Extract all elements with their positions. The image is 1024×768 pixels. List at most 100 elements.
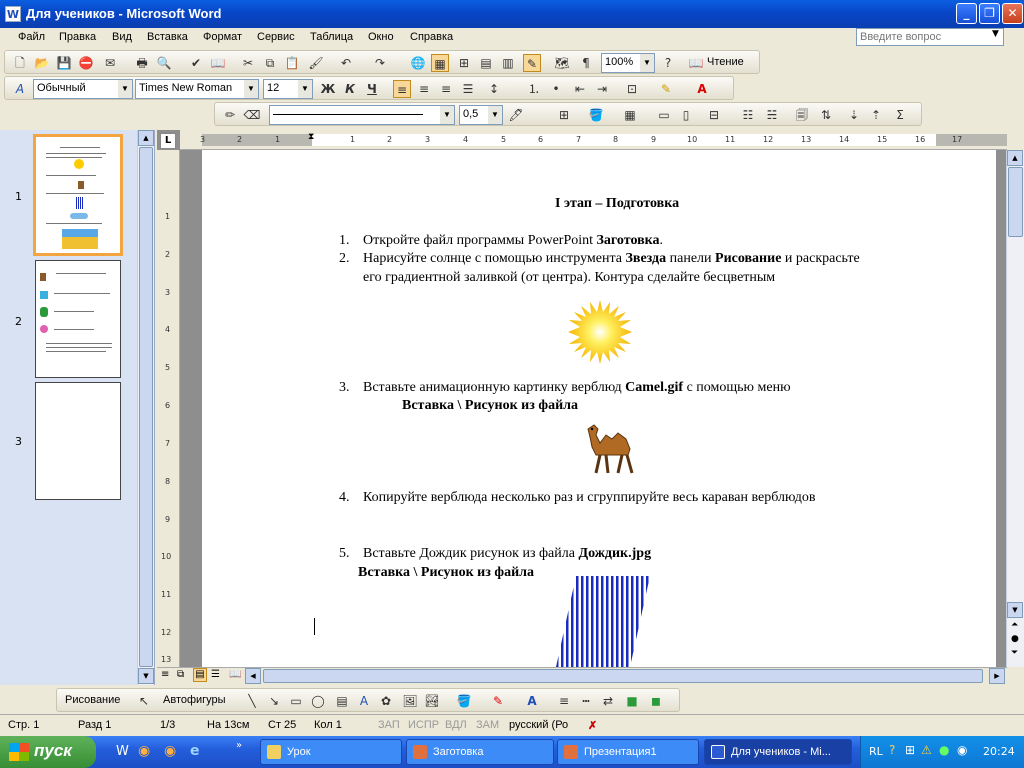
scroll-up-icon[interactable]: ▲ [1007, 150, 1023, 166]
scroll-thumb[interactable] [263, 669, 983, 683]
bullets-icon[interactable]: • [547, 80, 565, 98]
permission-icon[interactable]: ⛔ [77, 54, 95, 72]
help-tray-icon[interactable]: ? [889, 743, 895, 757]
3d-icon[interactable]: ◼ [647, 692, 665, 710]
network-icon[interactable]: ⊞ [905, 743, 915, 757]
word-app-icon[interactable]: W [5, 6, 21, 22]
rectangle-icon[interactable]: ▭ [287, 692, 305, 710]
reading-button[interactable]: Чтение [707, 56, 744, 68]
menu-edit[interactable]: Правка [59, 31, 96, 43]
zoom-select[interactable]: 100% ▼ [601, 53, 655, 73]
status-ext[interactable]: ВДЛ [445, 719, 467, 731]
oval-icon[interactable]: ◯ [309, 692, 327, 710]
insert-table-icon[interactable]: ⊞ [455, 54, 473, 72]
tab-selector[interactable]: L [160, 133, 176, 149]
line-style-icon[interactable]: ≡ [555, 692, 573, 710]
text-box-icon[interactable]: ▤ [333, 692, 351, 710]
print-layout-icon[interactable]: ▤ [193, 668, 207, 682]
scroll-left-icon[interactable]: ◀ [245, 668, 261, 684]
format-painter-icon[interactable]: 🖌 [307, 54, 325, 72]
split-cells-icon[interactable]: ▯ [677, 106, 695, 124]
quicklaunch-more-icon[interactable]: » [236, 740, 242, 751]
sort-icon[interactable]: ⇣ [845, 106, 863, 124]
menu-window[interactable]: Окно [368, 31, 394, 43]
draw-table-icon[interactable]: ✏ [221, 106, 239, 124]
browser-quicklaunch-icon[interactable]: ◉ [138, 743, 150, 759]
scroll-right-icon[interactable]: ▶ [989, 668, 1005, 684]
text-direction-icon[interactable]: ⇅ [817, 106, 835, 124]
menu-file[interactable]: Файл [18, 31, 45, 43]
spelling-status-icon[interactable]: ✗ [588, 719, 597, 732]
cut-icon[interactable]: ✂ [239, 54, 257, 72]
undo-icon[interactable]: ↶ [337, 54, 355, 72]
sun-image[interactable] [568, 300, 632, 364]
browser-quicklaunch-icon[interactable]: ◉ [164, 743, 176, 759]
line-color-icon[interactable]: ✎ [489, 692, 507, 710]
highlight-icon[interactable]: ✎ [657, 80, 675, 98]
spelling-icon[interactable]: ✔ [187, 54, 205, 72]
indent-marker-icon[interactable]: ⧗ [308, 132, 314, 142]
sort-desc-icon[interactable]: ⇡ [867, 106, 885, 124]
select-objects-icon[interactable]: ↖ [135, 692, 153, 710]
close-button[interactable]: ✕ [1002, 3, 1023, 24]
page-thumbnail-3[interactable] [35, 382, 121, 500]
menu-table[interactable]: Таблица [310, 31, 353, 43]
scroll-thumb[interactable] [139, 147, 153, 667]
style-select[interactable]: Обычный ▼ [33, 79, 133, 99]
save-icon[interactable]: 💾 [55, 54, 73, 72]
arrow-icon[interactable]: ↘ [265, 692, 283, 710]
dash-style-icon[interactable]: ┅ [577, 692, 595, 710]
bold-button[interactable]: Ж [319, 80, 337, 98]
font-select[interactable]: Times New Roman ▼ [135, 79, 259, 99]
open-folder-icon[interactable]: 📂 [33, 54, 51, 72]
status-trk[interactable]: ИСПР [408, 719, 439, 731]
outside-border-icon[interactable]: ⊞ [555, 106, 573, 124]
page-thumbnail-2[interactable] [35, 260, 121, 378]
menu-tools[interactable]: Сервис [257, 31, 295, 43]
align-cell-icon[interactable]: ⊟ [705, 106, 723, 124]
taskbar-item-urok[interactable]: Урок [260, 739, 402, 765]
media-icon[interactable]: ◉ [957, 743, 967, 757]
chevron-down-icon[interactable]: ▼ [640, 54, 654, 72]
taskbar-item-word[interactable]: Для учеников - Mi... [704, 739, 852, 765]
numbering-icon[interactable]: ⒈ [525, 80, 543, 98]
ie-quicklaunch-icon[interactable]: e [190, 743, 200, 759]
decrease-indent-icon[interactable]: ⇤ [571, 80, 589, 98]
insert-excel-icon[interactable]: ▤ [477, 54, 495, 72]
status-rec[interactable]: ЗАП [378, 719, 400, 731]
scroll-down-icon[interactable]: ▼ [138, 668, 154, 684]
chevron-down-icon[interactable]: ▼ [440, 106, 454, 124]
drawing-icon[interactable]: ✎ [523, 54, 541, 72]
border-icon[interactable]: ⊡ [623, 80, 641, 98]
columns-icon[interactable]: ▥ [499, 54, 517, 72]
fill-color-icon[interactable]: 🪣 [455, 692, 473, 710]
eraser-icon[interactable]: ⌫ [243, 106, 261, 124]
research-icon[interactable]: 📖 [209, 54, 227, 72]
align-right-icon[interactable]: ≡ [437, 80, 455, 98]
font-color-icon[interactable]: A [523, 692, 541, 710]
align-left-icon[interactable]: ≡ [393, 80, 411, 98]
document-map-icon[interactable]: 🗺 [553, 54, 571, 72]
taskbar-item-zagotovka[interactable]: Заготовка [406, 739, 554, 765]
chevron-down-icon[interactable]: ▼ [298, 80, 312, 98]
taskbar-item-presentation[interactable]: Презентация1 [557, 739, 699, 765]
shadow-icon[interactable]: ■ [623, 692, 641, 710]
print-preview-icon[interactable]: 🔍 [155, 54, 173, 72]
italic-button[interactable]: К [341, 80, 359, 98]
paste-icon[interactable]: 📋 [283, 54, 301, 72]
menu-help[interactable]: Справка [410, 31, 453, 43]
horizontal-scrollbar[interactable]: ≡ ⧉ ▤ ☰ 📖 ◀ ▶ [157, 667, 1007, 684]
maximize-button[interactable]: ❐ [979, 3, 1000, 24]
autoshapes-button[interactable]: Автофигуры [163, 694, 226, 706]
menu-format[interactable]: Формат [203, 31, 242, 43]
autosum-icon[interactable]: Σ [891, 106, 909, 124]
wordart-icon[interactable]: A [355, 692, 373, 710]
copy-icon[interactable]: ⧉ [261, 54, 279, 72]
line-weight-select[interactable]: 0,5 ▼ [459, 105, 503, 125]
font-size-select[interactable]: 12 ▼ [263, 79, 313, 99]
next-page-icon[interactable]: ⏷ [1011, 648, 1018, 658]
document-scrollbar[interactable]: ▲ ▼ ⏶ ● ⏷ [1006, 150, 1024, 667]
start-button[interactable]: пуск [0, 736, 96, 768]
scroll-down-icon[interactable]: ▼ [1007, 602, 1023, 618]
outline-view-icon[interactable]: ☰ [211, 669, 220, 680]
